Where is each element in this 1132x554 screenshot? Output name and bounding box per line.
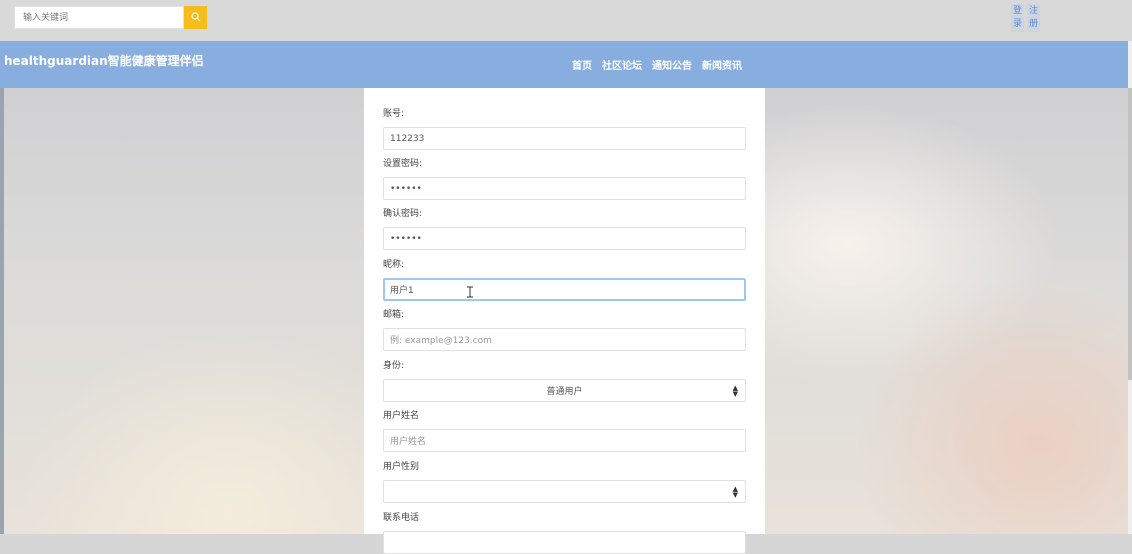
account-input[interactable]: 112233	[383, 127, 746, 150]
field-password: 设置密码: ••••••	[383, 158, 746, 200]
field-confirm-password: 确认密码: ••••••	[383, 208, 746, 250]
account-label: 账号:	[383, 109, 405, 119]
email-label: 邮箱:	[383, 310, 405, 320]
field-realname: 用户姓名 用户姓名	[383, 410, 746, 452]
main-navbar: healthguardian智能健康管理伴侣 首页 社区论坛 通知公告 新闻资讯	[0, 41, 1128, 88]
scrollbar-thumb[interactable]	[1128, 88, 1132, 380]
phone-label: 联系电话	[383, 513, 420, 523]
gender-select[interactable]: ▲ ▼	[383, 480, 746, 503]
nav-item-home[interactable]: 首页	[572, 57, 592, 72]
identity-label: 身份:	[383, 361, 405, 371]
nickname-input[interactable]: 用户1	[383, 278, 746, 301]
field-email: 邮箱: 例: example@123.com	[383, 309, 746, 351]
confirm-password-label: 确认密码:	[383, 209, 423, 219]
auth-links: 登录 注册	[1011, 4, 1040, 32]
gender-label: 用户性别	[383, 462, 420, 472]
identity-select[interactable]: 普通用户 ▲ ▼	[383, 379, 746, 402]
select-arrows-icon: ▲ ▼	[732, 485, 738, 499]
search-button[interactable]	[184, 6, 207, 29]
password-input[interactable]: ••••••	[383, 177, 746, 200]
login-link[interactable]: 登录	[1011, 4, 1024, 32]
confirm-password-input[interactable]: ••••••	[383, 227, 746, 250]
password-label: 设置密码:	[383, 159, 423, 169]
nav-item-notices[interactable]: 通知公告	[652, 57, 692, 72]
field-phone: 联系电话	[383, 512, 746, 554]
field-nickname: 昵称: 用户1	[383, 259, 746, 301]
field-identity: 身份: 普通用户 ▲ ▼	[383, 360, 746, 402]
search-box	[14, 6, 207, 29]
phone-input[interactable]	[383, 531, 746, 554]
nav-item-news[interactable]: 新闻资讯	[702, 57, 742, 72]
search-input[interactable]	[14, 6, 184, 29]
select-arrows-icon: ▲ ▼	[732, 384, 738, 398]
realname-label: 用户姓名	[383, 411, 420, 421]
main-nav: 首页 社区论坛 通知公告 新闻资讯	[572, 57, 742, 72]
password-value: ••••••	[390, 183, 422, 194]
nickname-value: 用户1	[390, 286, 414, 296]
email-placeholder: 例: example@123.com	[390, 336, 492, 346]
realname-placeholder: 用户姓名	[390, 437, 427, 447]
site-brand[interactable]: healthguardian智能健康管理伴侣	[4, 52, 204, 69]
register-form: 账号: 112233 设置密码: •••••• 确认密码: •••••• 昵称:…	[364, 88, 765, 554]
text-cursor-icon	[466, 286, 474, 298]
register-link[interactable]: 注册	[1027, 4, 1040, 32]
email-input[interactable]: 例: example@123.com	[383, 328, 746, 351]
nav-item-forum[interactable]: 社区论坛	[602, 57, 642, 72]
identity-value: 普通用户	[546, 387, 583, 397]
nickname-label: 昵称:	[383, 260, 405, 270]
account-value: 112233	[390, 133, 425, 144]
field-gender: 用户性别 ▲ ▼	[383, 461, 746, 503]
confirm-password-value: ••••••	[390, 233, 422, 244]
realname-input[interactable]: 用户姓名	[383, 429, 746, 452]
search-icon	[190, 10, 201, 25]
top-bar: 登录 注册	[0, 0, 1132, 42]
field-account: 账号: 112233	[383, 108, 746, 150]
